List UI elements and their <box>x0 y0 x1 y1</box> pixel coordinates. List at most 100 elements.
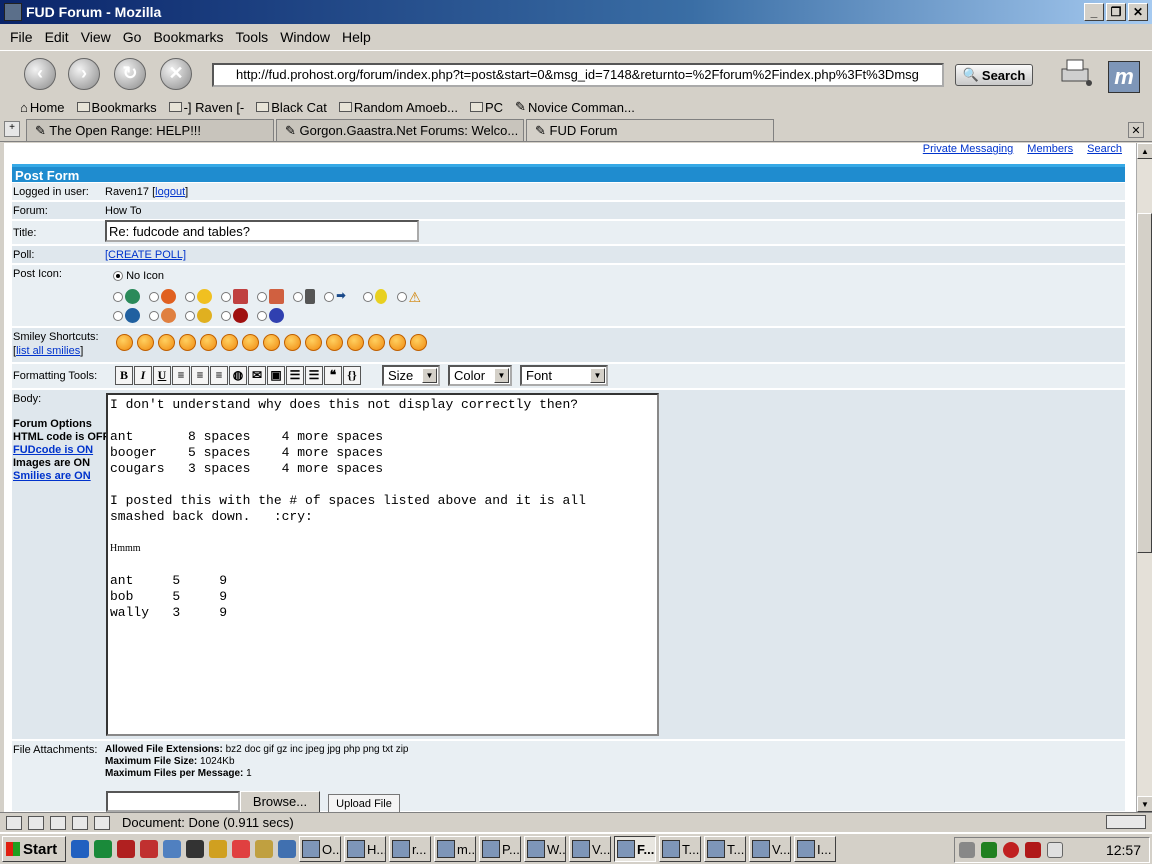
scroll-down-icon[interactable]: ▼ <box>1137 796 1152 812</box>
post-icon-radio[interactable] <box>363 291 374 302</box>
tray-icon[interactable] <box>1003 842 1019 858</box>
smiley-icon[interactable] <box>305 334 322 351</box>
smiley-icon[interactable] <box>116 334 133 351</box>
color-select[interactable]: Color ▼ <box>448 365 512 386</box>
menu-help[interactable]: Help <box>342 29 371 45</box>
smiley-icon[interactable] <box>179 334 196 351</box>
smiley-icon[interactable] <box>263 334 280 351</box>
post-icon-radio[interactable] <box>324 291 335 302</box>
taskbar-task[interactable]: P... <box>479 836 521 862</box>
forward-icon[interactable]: › <box>68 57 100 90</box>
align-left-icon[interactable]: ≡ <box>172 366 190 385</box>
taskbar-task[interactable]: I... <box>794 836 836 862</box>
reload-icon[interactable]: ↻ <box>114 57 146 90</box>
menu-tools[interactable]: Tools <box>236 29 269 45</box>
navigator-icon[interactable] <box>6 815 22 830</box>
post-icon-radio[interactable] <box>293 291 304 302</box>
no-icon-radio[interactable] <box>113 271 123 282</box>
quicklaunch-icon[interactable] <box>140 840 158 858</box>
bold-button[interactable]: B <box>115 366 133 385</box>
bookmark-pc[interactable]: PC <box>469 100 503 115</box>
tab-fud-forum[interactable]: ✎ FUD Forum <box>526 119 774 141</box>
address-book-icon[interactable] <box>72 815 88 830</box>
post-icon-radio[interactable] <box>185 310 196 321</box>
post-icon-radio[interactable] <box>185 291 196 302</box>
bookmark-black-cat[interactable]: Black Cat <box>256 100 327 115</box>
post-icon-radio[interactable] <box>113 310 123 321</box>
smiley-icon[interactable] <box>158 334 175 351</box>
close-tab-icon[interactable]: ✕ <box>1128 122 1144 138</box>
ie-icon[interactable] <box>71 840 89 858</box>
close-window-button[interactable]: ✕ <box>1128 3 1148 21</box>
upload-file-button[interactable]: Upload File <box>328 794 400 812</box>
irc-icon[interactable] <box>94 815 110 830</box>
title-input[interactable]: Re: fudcode and tables? <box>105 220 419 242</box>
smiley-icon[interactable] <box>242 334 259 351</box>
menu-file[interactable]: File <box>10 29 33 45</box>
taskbar-task[interactable]: O... <box>299 836 341 862</box>
underline-button[interactable]: U <box>153 366 171 385</box>
numbered-list-icon[interactable]: ☰ <box>286 366 304 385</box>
taskbar-task[interactable]: T... <box>704 836 746 862</box>
align-right-icon[interactable]: ≡ <box>210 366 228 385</box>
post-icon-radio[interactable] <box>149 310 160 321</box>
quicklaunch-icon[interactable] <box>232 840 250 858</box>
mozilla-throbber-icon[interactable]: m <box>1108 61 1140 93</box>
quicklaunch-icon[interactable] <box>117 840 135 858</box>
taskbar-task[interactable]: V... <box>569 836 611 862</box>
tab-open-range[interactable]: ✎ The Open Range: HELP!!! <box>26 119 274 141</box>
post-icon-radio[interactable] <box>396 291 407 302</box>
quicklaunch-icon[interactable] <box>163 840 181 858</box>
menu-view[interactable]: View <box>81 29 111 45</box>
messenger-icon[interactable] <box>1047 842 1063 858</box>
url-field[interactable]: http://fud.prohost.org/forum/index.php?t… <box>212 63 944 87</box>
smiley-icon[interactable] <box>284 334 301 351</box>
url-globe-icon[interactable]: ◍ <box>229 366 247 385</box>
antivirus-icon[interactable] <box>1025 842 1041 858</box>
post-icon-radio[interactable] <box>221 310 232 321</box>
menu-window[interactable]: Window <box>280 29 330 45</box>
post-icon-radio[interactable] <box>257 310 268 321</box>
back-icon[interactable]: ‹ <box>24 57 56 90</box>
new-tab-icon[interactable]: + <box>4 121 20 137</box>
search-link[interactable]: Search <box>1087 143 1122 155</box>
body-textarea[interactable]: I don't understand why does this not dis… <box>106 393 659 736</box>
bookmark-random-amoeb[interactable]: Random Amoeb... <box>338 100 458 115</box>
menu-bookmarks[interactable]: Bookmarks <box>153 29 223 45</box>
members-link[interactable]: Members <box>1027 143 1073 155</box>
font-select[interactable]: Font ▼ <box>520 365 608 386</box>
quicklaunch-icon[interactable] <box>94 840 112 858</box>
taskbar-task[interactable]: W... <box>524 836 566 862</box>
logout-link[interactable]: logout <box>155 186 185 198</box>
smiley-icon[interactable] <box>389 334 406 351</box>
fudcode-link[interactable]: FUDcode is ON <box>13 444 109 457</box>
email-icon[interactable]: ✉ <box>248 366 266 385</box>
code-icon[interactable]: {} <box>343 366 361 385</box>
minimize-button[interactable]: _ <box>1084 3 1104 21</box>
bookmark-bookmarks[interactable]: Bookmarks <box>76 100 157 115</box>
browse-button[interactable]: Browse... <box>240 791 320 812</box>
taskbar-task[interactable]: T... <box>659 836 701 862</box>
size-select[interactable]: Size ▼ <box>382 365 440 386</box>
taskbar-task-active[interactable]: F... <box>614 836 656 862</box>
menu-edit[interactable]: Edit <box>45 29 69 45</box>
start-button[interactable]: Start <box>2 836 66 862</box>
private-messaging-link[interactable]: Private Messaging <box>923 143 1014 155</box>
taskbar-task[interactable]: m... <box>434 836 476 862</box>
smiley-icon[interactable] <box>347 334 364 351</box>
smiley-icon[interactable] <box>200 334 217 351</box>
quicklaunch-icon[interactable] <box>255 840 273 858</box>
quicklaunch-icon[interactable] <box>209 840 227 858</box>
smiley-icon[interactable] <box>368 334 385 351</box>
smiley-icon[interactable] <box>410 334 427 351</box>
bookmark-home[interactable]: ⌂ Home <box>20 100 65 115</box>
tab-gorgon[interactable]: ✎ Gorgon.Gaastra.Net Forums: Welco... <box>276 119 524 141</box>
post-icon-radio[interactable] <box>149 291 160 302</box>
post-icon-radio[interactable] <box>257 291 268 302</box>
post-icon-radio[interactable] <box>113 291 123 302</box>
mail-icon[interactable] <box>28 815 44 830</box>
quote-icon[interactable]: ❝ <box>324 366 342 385</box>
bookmark-novice-comman[interactable]: ✎ Novice Comman... <box>515 99 635 115</box>
taskbar-task[interactable]: V... <box>749 836 791 862</box>
print-icon[interactable] <box>1058 57 1094 87</box>
